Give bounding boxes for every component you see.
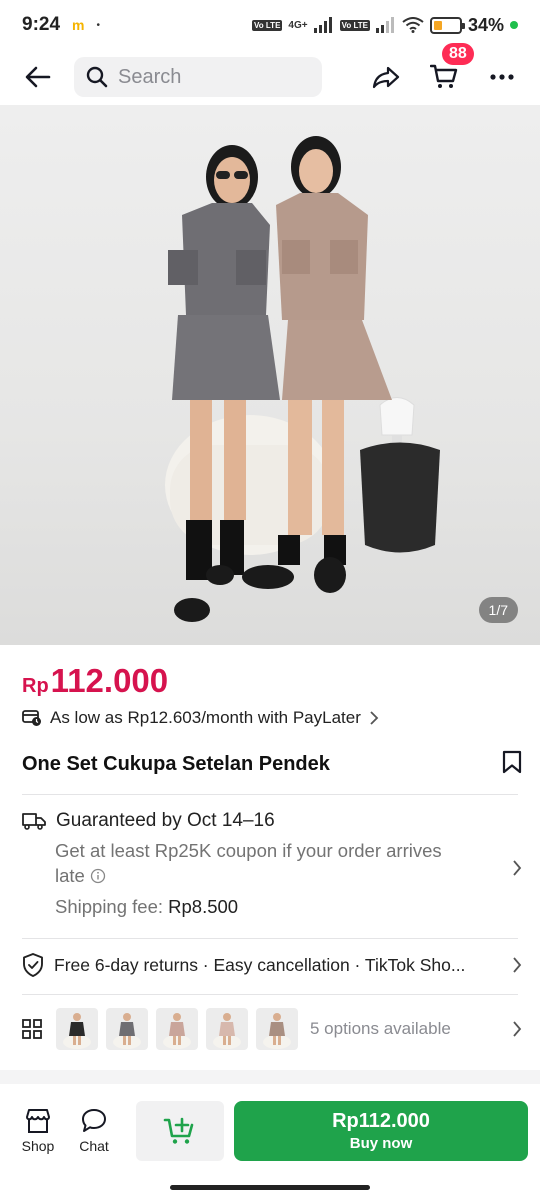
signal-icon (313, 17, 332, 33)
shop-icon (26, 1109, 50, 1133)
chat-bubble-icon (82, 1109, 106, 1132)
search-icon (86, 66, 108, 88)
divider (22, 938, 518, 939)
cart-plus-icon (163, 1117, 194, 1144)
variant-thumbnail[interactable] (106, 1008, 148, 1050)
wifi-icon (402, 17, 424, 33)
delivery-guarantee: Guaranteed by Oct 14–16 (56, 810, 275, 831)
carrier-app-icon: m (72, 17, 85, 33)
grid-icon (22, 1019, 42, 1039)
chat-label: Chat (79, 1138, 109, 1154)
volte-badge-1: Vo LTE (252, 19, 283, 31)
returns-text: Free 6-day returns · Easy cancellation ·… (54, 954, 466, 975)
chevron-right-icon (370, 711, 379, 725)
share-button[interactable] (364, 55, 408, 99)
volte-badge-2: Vo LTE (339, 19, 370, 31)
battery-icon (429, 16, 465, 34)
options-count: 5 options available (310, 1019, 451, 1038)
more-dots-icon (490, 74, 514, 80)
cart-count-badge: 88 (442, 43, 474, 65)
product-image-gallery[interactable]: 1/7 (0, 105, 540, 645)
cart-icon (430, 64, 458, 88)
product-photo (165, 136, 440, 622)
paylater-row[interactable]: As low as Rp12.603/month with PayLater (22, 708, 379, 728)
battery-percent: 34% (467, 14, 504, 35)
bottom-action-bar: Shop Chat Rp112.000 Buy now (0, 1086, 540, 1176)
search-bar[interactable] (74, 57, 322, 97)
product-title: One Set Cukupa Setelan Pendek (22, 753, 330, 775)
nav-actions: 88 (364, 43, 524, 99)
buy-now-label: Buy now (349, 1135, 413, 1152)
product-title-row: One Set Cukupa Setelan Pendek (22, 750, 522, 779)
buy-now-price: Rp112.000 (332, 1110, 430, 1132)
share-icon (372, 66, 400, 89)
chevron-right-icon (513, 1021, 522, 1037)
paylater-icon (22, 710, 41, 726)
signal-icon-2 (375, 17, 394, 33)
paylater-text: As low as Rp12.603/month with PayLater (50, 708, 361, 727)
buy-now-button[interactable]: Rp112.000 Buy now (234, 1101, 528, 1161)
divider (22, 994, 518, 995)
image-counter: 1/7 (478, 597, 518, 623)
shipping-fee-label: Shipping fee: (55, 896, 164, 917)
returns-row[interactable]: Free 6-day returns · Easy cancellation ·… (22, 953, 522, 977)
notification-dot: • (96, 19, 100, 31)
status-time: 9:24 (22, 14, 61, 35)
shop-label: Shop (21, 1138, 55, 1154)
variant-thumbnail[interactable] (256, 1008, 298, 1050)
variant-thumbnails (56, 1008, 298, 1050)
top-navigation: 88 (0, 43, 540, 104)
variant-options-row[interactable]: 5 options available (22, 1008, 522, 1050)
search-input[interactable] (118, 65, 308, 89)
variant-thumbnail[interactable] (206, 1008, 248, 1050)
price-value: 112.000 (50, 662, 169, 699)
privacy-indicator-dot (510, 21, 518, 29)
shipping-fee-value: Rp8.500 (168, 896, 239, 917)
shipping-fee: Shipping fee: Rp8.500 (55, 894, 522, 919)
variant-thumbnail[interactable] (156, 1008, 198, 1050)
shop-button[interactable]: Shop (10, 1108, 66, 1154)
info-icon[interactable] (90, 868, 106, 884)
coupon-line-1: Get at least Rp25K coupon if your order … (55, 840, 442, 861)
coupon-line-2: late (55, 865, 85, 886)
chevron-right-icon (513, 860, 522, 876)
add-to-cart-button[interactable] (136, 1101, 224, 1161)
cart-button[interactable]: 88 (422, 43, 474, 99)
delivery-truck-icon (22, 813, 46, 830)
section-separator (0, 1070, 540, 1084)
battery-fill (433, 20, 443, 30)
back-button[interactable] (16, 55, 60, 99)
chevron-right-icon (513, 957, 522, 973)
back-arrow-icon (25, 66, 51, 88)
more-options-button[interactable] (480, 55, 524, 99)
variant-thumbnail[interactable] (56, 1008, 98, 1050)
network-type: 4G+ (288, 19, 308, 31)
divider (22, 794, 518, 795)
coupon-text: Get at least Rp25K coupon if your order … (55, 838, 522, 888)
price: Rp 112.000 (22, 662, 168, 700)
chat-button[interactable]: Chat (66, 1108, 122, 1154)
status-indicators: Vo LTE 4G+ Vo LTE 34% (252, 15, 518, 36)
price-currency: Rp (22, 675, 49, 697)
shipping-info[interactable]: Guaranteed by Oct 14–16 Get at least Rp2… (22, 810, 522, 919)
bookmark-button[interactable] (502, 750, 522, 779)
shield-check-icon (23, 953, 43, 977)
bookmark-icon (502, 750, 522, 774)
home-indicator[interactable] (170, 1185, 370, 1190)
